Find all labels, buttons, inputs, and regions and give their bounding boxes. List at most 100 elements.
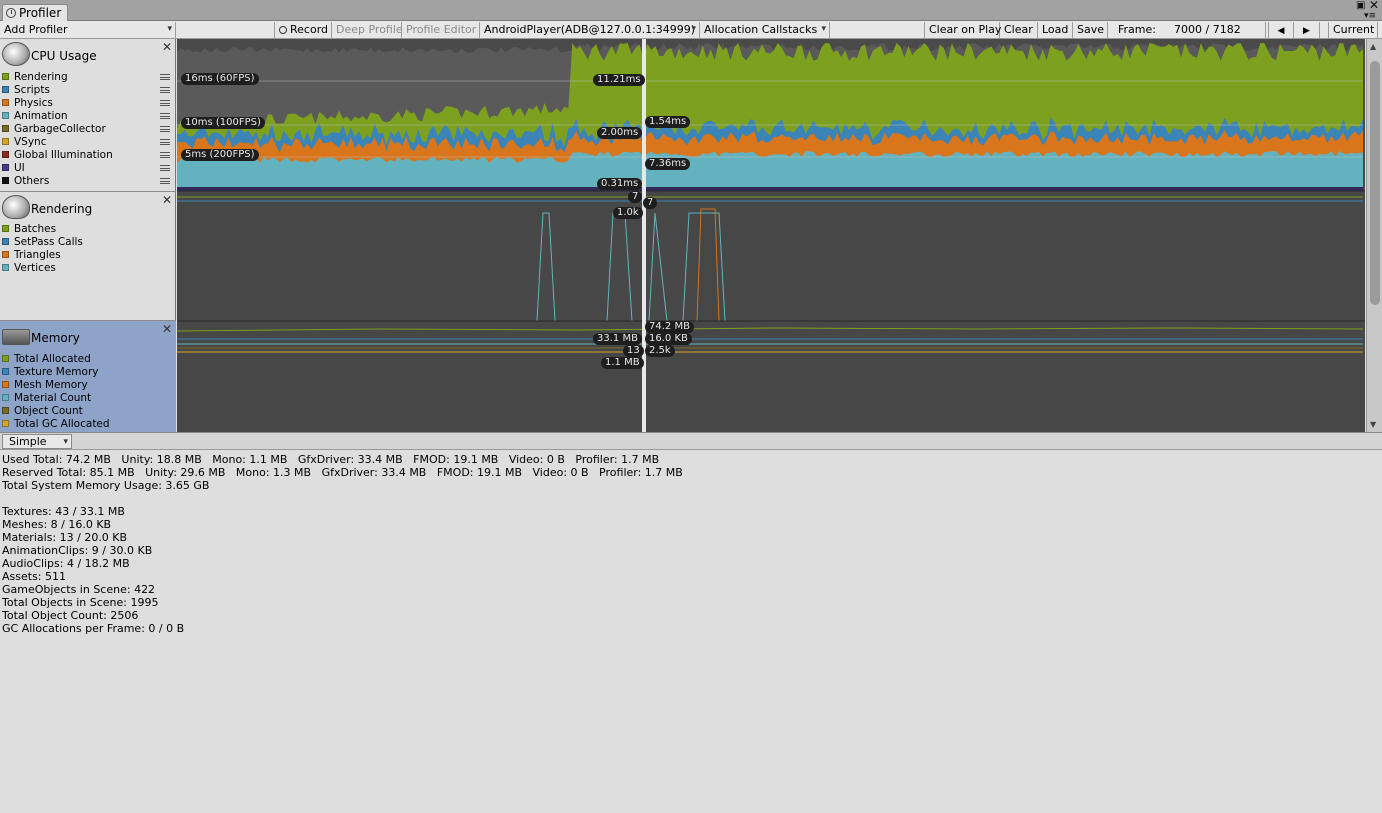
current-frame-button[interactable]: Current [1328,22,1378,38]
record-label: Record [290,23,329,36]
close-icon[interactable]: ✕ [162,40,172,54]
legend-swatch[interactable] [2,368,9,375]
legend-swatch[interactable] [2,251,9,258]
legend-swatch[interactable] [2,264,9,271]
legend-item-cpu[interactable]: Animation [1,110,175,123]
legend-swatch[interactable] [2,238,9,245]
detail-mode-label: Simple [9,435,47,448]
graph-canvas[interactable] [177,39,1365,432]
legend-item-rendering[interactable]: Triangles [1,249,175,262]
graph-value-label: 13 [623,345,644,357]
legend-swatch[interactable] [2,164,9,171]
scroll-up-icon[interactable]: ▲ [1370,42,1376,51]
prev-frame-button[interactable]: ◀ [1268,22,1294,38]
close-icon[interactable]: ✕ [162,322,172,336]
window-menu-icon[interactable]: ▾≡ [1364,11,1376,21]
legend-swatch[interactable] [2,355,9,362]
legend-swatch[interactable] [2,73,9,80]
target-player-dropdown[interactable]: AndroidPlayer(ADB@127.0.0.1:34999) [480,22,700,38]
legend-item-memory[interactable]: Total Allocated [1,353,175,366]
legend-label: Scripts [14,84,50,96]
legend-swatch[interactable] [2,407,9,414]
profile-editor-button[interactable]: Profile Editor [402,22,480,38]
triangle-left-icon: ◀ [1277,26,1285,36]
next-frame-button[interactable]: ▶ [1294,22,1320,38]
legend-swatch[interactable] [2,99,9,106]
detail-line: Textures: 43 / 33.1 MB [2,505,125,518]
legend-label: Total GC Allocated [14,418,110,430]
drag-handle-icon[interactable] [160,100,170,106]
profiler-graphs[interactable]: 16ms (60FPS) 10ms (100FPS) 5ms (200FPS) 11.… [177,39,1365,432]
scroll-down-icon[interactable]: ▼ [1370,420,1376,429]
legend-item-rendering[interactable]: Batches [1,223,175,236]
drag-handle-icon[interactable] [160,126,170,132]
graph-value-label: 10ms (100FPS) [181,117,265,129]
memory-module[interactable]: Memory ✕ Total Allocated Texture Memory Me… [0,321,176,432]
legend-swatch[interactable] [2,151,9,158]
legend-item-cpu[interactable]: Physics [1,97,175,110]
memory-title: Memory [31,331,80,345]
legend-item-memory[interactable]: Texture Memory [1,366,175,379]
save-button[interactable]: Save [1073,22,1108,38]
drag-handle-icon[interactable] [160,152,170,158]
add-profiler-dropdown[interactable]: Add Profiler [0,22,176,38]
detail-line: Assets: 511 [2,570,66,583]
legend-label: Rendering [14,71,68,83]
legend-item-memory[interactable]: Total GC Allocated [1,418,175,431]
legend-swatch[interactable] [2,394,9,401]
close-window-icon[interactable]: ✕ [1369,0,1379,11]
deep-profile-button[interactable]: Deep Profile [332,22,403,38]
legend-item-cpu[interactable]: UI [1,162,175,175]
profiler-tab[interactable]: Profiler [2,4,68,21]
legend-label: Batches [14,223,57,235]
legend-label: Physics [14,97,53,109]
detail-mode-dropdown[interactable]: Simple [2,434,72,449]
legend-item-cpu[interactable]: Rendering [1,71,175,84]
legend-item-memory[interactable]: Material Count [1,392,175,405]
rendering-module[interactable]: Rendering ✕ Batches SetPass Calls Triangle… [0,192,176,321]
legend-item-rendering[interactable]: SetPass Calls [1,236,175,249]
record-button[interactable]: Record [274,22,332,38]
legend-item-cpu[interactable]: Global Illumination [1,149,175,162]
close-icon[interactable]: ✕ [162,193,172,207]
current-frame-label: Current [1333,23,1375,36]
legend-item-cpu[interactable]: Others [1,175,175,188]
legend-swatch[interactable] [2,177,9,184]
legend-item-rendering[interactable]: Vertices [1,262,175,275]
clear-on-play-button[interactable]: Clear on Play [924,22,1001,38]
current-frame-marker [642,39,646,432]
profiler-tab-label: Profiler [19,6,62,20]
detail-line: GC Allocations per Frame: 0 / 0 B [2,622,185,635]
legend-swatch[interactable] [2,420,9,427]
legend-swatch[interactable] [2,138,9,145]
graphs-scrollbar[interactable]: ▲ ▼ [1366,39,1382,432]
legend-label: Material Count [14,392,92,404]
graph-value-label: 16ms (60FPS) [181,73,259,85]
drag-handle-icon[interactable] [160,74,170,80]
scroll-thumb[interactable] [1370,61,1380,305]
legend-swatch[interactable] [2,86,9,93]
maximize-icon[interactable]: ▣ [1356,1,1365,11]
drag-handle-icon[interactable] [160,165,170,171]
drag-handle-icon[interactable] [160,87,170,93]
detail-line: AnimationClips: 9 / 30.0 KB [2,544,153,557]
clear-button[interactable]: Clear [1000,22,1038,38]
drag-handle-icon[interactable] [160,139,170,145]
triangle-right-icon: ▶ [1303,26,1310,36]
drag-handle-icon[interactable] [160,178,170,184]
allocation-callstacks-dropdown[interactable]: Allocation Callstacks [700,22,830,38]
legend-item-cpu[interactable]: Scripts [1,84,175,97]
legend-item-memory[interactable]: Mesh Memory [1,379,175,392]
legend-swatch[interactable] [2,225,9,232]
legend-swatch[interactable] [2,112,9,119]
legend-item-cpu[interactable]: VSync [1,136,175,149]
legend-swatch[interactable] [2,125,9,132]
legend-item-memory[interactable]: Object Count [1,405,175,418]
drag-handle-icon[interactable] [160,113,170,119]
legend-label: Vertices [14,262,56,274]
legend-item-cpu[interactable]: GarbageCollector [1,123,175,136]
legend-swatch[interactable] [2,381,9,388]
load-button[interactable]: Load [1038,22,1073,38]
cpu-usage-module[interactable]: CPU Usage ✕ Rendering Scripts Physics Anima… [0,39,176,192]
memory-details-text: Used Total: 74.2 MB Unity: 18.8 MB Mono:… [2,453,683,635]
